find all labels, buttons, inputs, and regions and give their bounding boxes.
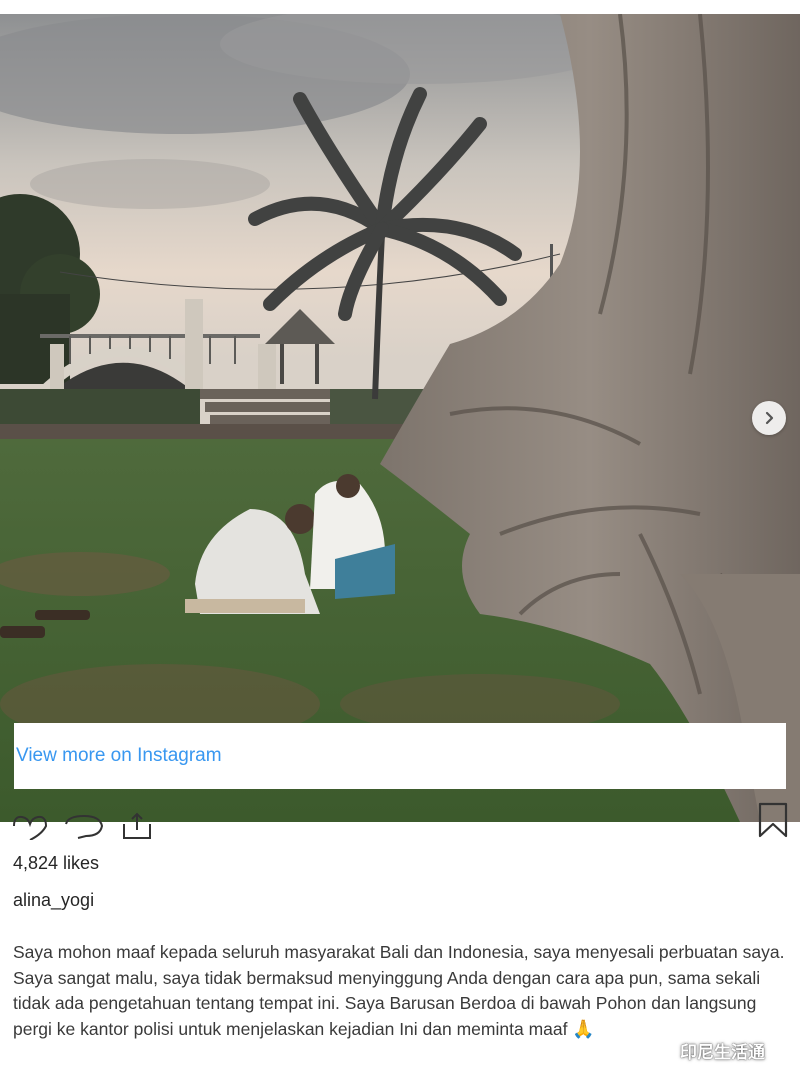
- bookmark-icon[interactable]: [758, 802, 788, 838]
- comment-icon[interactable]: [64, 814, 104, 840]
- chevron-right-icon: [765, 411, 774, 425]
- view-more-banner: View more on Instagram: [14, 723, 786, 789]
- share-icon[interactable]: [120, 810, 154, 840]
- caption-text: Saya mohon maaf kepada seluruh masyaraka…: [13, 942, 785, 1039]
- post-caption: Saya mohon maaf kepada seluruh masyaraka…: [13, 940, 788, 1042]
- photo-scene: [0, 14, 800, 822]
- watermark-text: 印尼生活通: [680, 1042, 765, 1062]
- next-image-button[interactable]: [752, 401, 786, 435]
- heart-icon[interactable]: [12, 814, 48, 840]
- likes-count[interactable]: 4,824 likes: [13, 853, 99, 874]
- pray-emoji: 🙏: [572, 1018, 595, 1039]
- view-more-link[interactable]: View more on Instagram: [16, 745, 222, 767]
- watermark: 印尼生活通: [648, 1036, 765, 1064]
- wechat-icon: [648, 1040, 674, 1060]
- action-bar: [0, 800, 800, 840]
- post-username[interactable]: alina_yogi: [13, 890, 94, 911]
- post-photo: [0, 14, 800, 822]
